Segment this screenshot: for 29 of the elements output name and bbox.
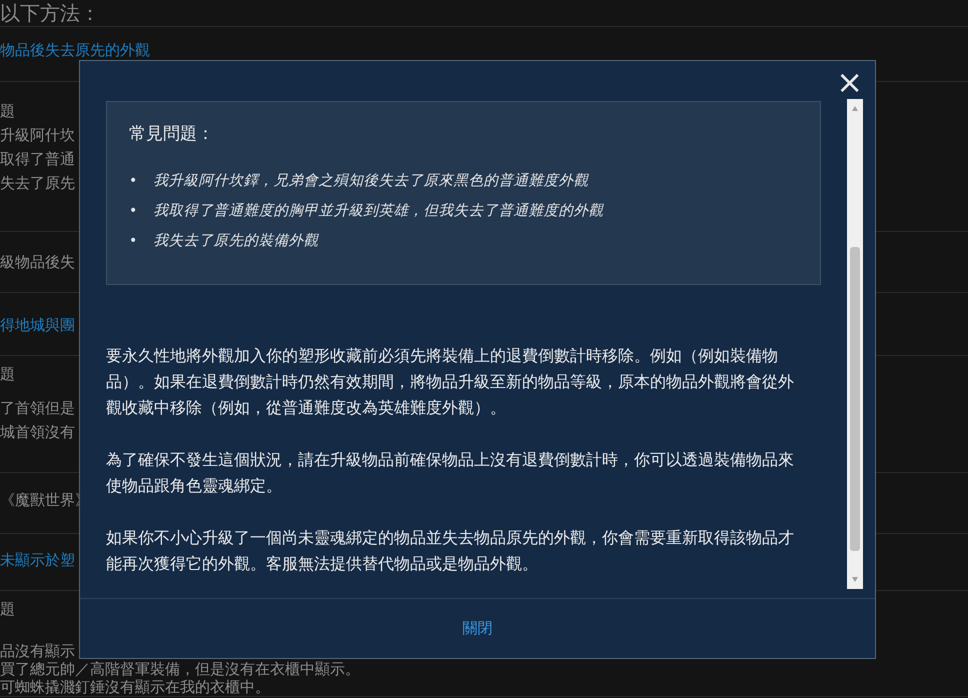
section-label: 題: [0, 101, 15, 122]
section-label: 題: [0, 599, 15, 620]
question-text: 失去了原先: [0, 173, 75, 194]
faq-item: 我升級阿什坎鐸，兄弟會之殞知後失去了原來黑色的普通難度外觀: [153, 172, 588, 191]
page-heading: 以下方法：: [0, 0, 100, 26]
close-link[interactable]: 關閉: [456, 618, 498, 639]
paragraph: 如果你不小心升級了一個尚未靈魂綁定的物品並失去物品原先的外觀，你會需要重新取得該物品才能再次獲得它的外觀。客服無法提供替代物品或是物品外觀。: [106, 527, 795, 575]
faq-title: 常見問題：: [129, 123, 215, 146]
scrollbar[interactable]: [847, 99, 863, 589]
question-text: 可蜘蛛撬濺釘錘沒有顯示在我的衣櫃中。: [0, 678, 270, 696]
bullet: •: [129, 232, 138, 251]
section-label: 題: [0, 364, 15, 385]
faq-item: 我失去了原先的裝備外觀: [153, 232, 318, 251]
question-text: 買了總元帥／高階督軍裝備，但是沒有在衣櫃中顯示。: [0, 660, 360, 678]
question-link[interactable]: 物品後失去原先的外觀: [0, 38, 150, 62]
question-text: 取得了普通: [0, 149, 75, 170]
question-link[interactable]: 得地城與團: [0, 313, 75, 337]
close-button[interactable]: ×: [832, 67, 867, 97]
question-text: 品沒有顯示: [0, 642, 75, 660]
question-text: 城首領沒有: [0, 422, 75, 443]
question-text: 了首領但是: [0, 398, 75, 419]
paragraph: 為了確保不發生這個狀況，請在升級物品前確保物品上沒有退費倒數計時，你可以透過裝備物品來使物品跟角色靈魂綁定。: [106, 449, 795, 497]
question-link[interactable]: 未顯示於塑: [0, 548, 75, 572]
paragraph: 要永久性地將外觀加入你的塑形收藏前必須先將裝備上的退費倒數計時移除。例如（例如裝備物品）。如果在退費倒數計時仍然有效期間，將物品升級至新的物品等級，原本的物品外觀將會從外觀收藏中移除（例如，從普通難度改為英雄難度外觀）。: [106, 345, 795, 419]
faq-item: 我取得了普通難度的胸甲並升級到英雄，但我失去了普通難度的外觀: [153, 202, 604, 221]
bullet: •: [129, 202, 138, 221]
question-text: 級物品後失: [0, 252, 75, 273]
question-text: 升級阿什坎: [0, 125, 75, 146]
bullet: •: [129, 172, 138, 191]
